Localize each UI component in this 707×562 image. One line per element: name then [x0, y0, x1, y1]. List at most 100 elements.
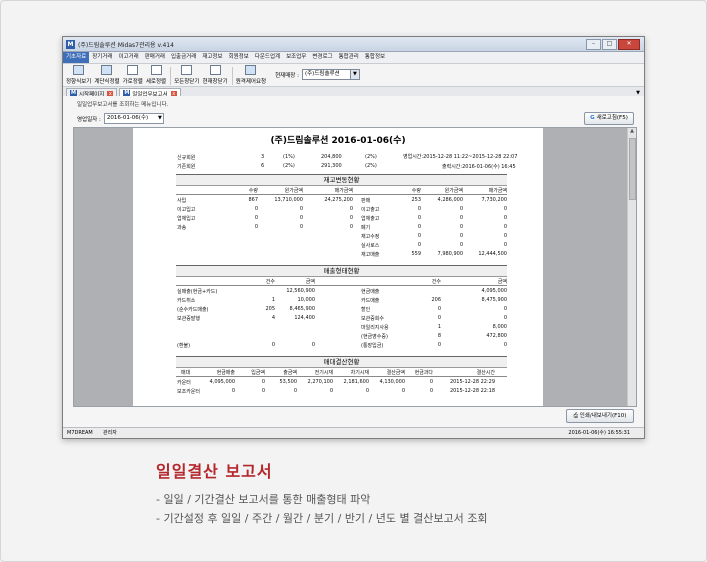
vertical-tile-icon — [150, 65, 162, 75]
close-all-button[interactable]: 모든창닫기 — [174, 65, 199, 86]
cascade-view-button[interactable]: 정향식보기 — [66, 65, 91, 86]
table-cell: (현금영수증) — [361, 334, 388, 340]
table-cell: 4,130,000 — [379, 379, 405, 385]
table-cell: 0 — [299, 224, 303, 230]
table-cell: 2015-12-28 22:29 — [449, 379, 495, 385]
table-cell: 0 — [365, 388, 369, 394]
app-window: M (주)드림솔루션 Midas7관리용 v.414 – □ ✕ 기초자료 장기… — [62, 36, 645, 439]
table-cell: 0 — [437, 306, 441, 312]
maximize-button[interactable]: □ — [602, 38, 617, 50]
closing-section-title: 매대결산현황 — [176, 356, 507, 368]
table-cell: 보관증발행 — [177, 316, 201, 322]
table-cell: 205 — [265, 306, 275, 312]
table-cell: 0 — [271, 342, 275, 348]
table-cell: 0 — [311, 342, 315, 348]
menu-item-changelog[interactable]: 변경로그 — [309, 52, 335, 63]
table-rule — [176, 285, 507, 286]
menu-item-base-data[interactable]: 기초자료 — [63, 52, 90, 63]
menu-item-cash[interactable]: 입출금거래 — [168, 52, 199, 63]
table-cell: 업체입고 — [177, 216, 196, 222]
table-cell: 253 — [411, 197, 421, 203]
close-button[interactable]: ✕ — [618, 38, 640, 50]
table-cell: 카드매출 — [361, 298, 380, 304]
vertical-align-button[interactable]: 세로정렬 — [146, 65, 166, 86]
table-cell: 0 — [417, 224, 421, 230]
remote-control-button[interactable]: 원격제어요청 — [236, 65, 266, 86]
menu-item-aux[interactable]: 보조업무 — [283, 52, 309, 63]
print-time: 출력시간:2016-01-06(수) 16:45 — [442, 164, 516, 170]
table-cell: 867 — [248, 197, 258, 203]
table-cell: 0 — [231, 388, 235, 394]
table-cell: 0 — [503, 315, 507, 321]
table-cell: 206 — [431, 297, 441, 303]
table-cell: 8,465,900 — [289, 306, 315, 312]
member-label: 기존회원 — [177, 164, 196, 170]
horizontal-align-button[interactable]: 가로정렬 — [123, 65, 143, 86]
closing-header: 결산금액 — [386, 370, 405, 376]
table-rule — [176, 194, 507, 195]
close-all-icon — [181, 65, 193, 75]
table-cell: 이고출고 — [361, 207, 380, 213]
closing-header: 입금액 — [251, 370, 265, 376]
sales-header: 건수 — [265, 279, 275, 285]
table-cell: 0 — [417, 233, 421, 239]
inventory-header: 매가금액 — [334, 188, 353, 194]
print-export-button[interactable]: ⎙ 인쇄/내보내기(F10) — [566, 409, 634, 423]
window-icon — [73, 65, 85, 75]
menu-item-inventory[interactable]: 재고정보 — [199, 52, 225, 63]
table-cell: 0 — [503, 242, 507, 248]
table-cell: 카운터 — [177, 380, 191, 386]
close-window-icon — [209, 65, 221, 75]
horizontal-tile-icon — [127, 65, 139, 75]
table-cell: 53,500 — [279, 379, 298, 385]
table-cell: 0 — [299, 206, 303, 212]
table-cell: 0 — [503, 206, 507, 212]
sales-type-section-title: 매출형태현황 — [176, 265, 507, 277]
table-cell: 472,800 — [486, 333, 507, 339]
window-title: (주)드림솔루션 Midas7관리용 v.414 — [78, 41, 174, 49]
inventory-header: 수량 — [248, 188, 258, 194]
store-select[interactable]: (주)드림솔루션 ▼ — [301, 69, 360, 80]
close-current-button[interactable]: 현재창닫기 — [202, 65, 228, 86]
table-cell: 0 — [254, 215, 258, 221]
menu-item-download[interactable]: 다운드업계 — [252, 52, 283, 63]
table-cell: 8,475,900 — [481, 297, 507, 303]
menu-item-transfer[interactable]: 이고거래 — [116, 52, 142, 63]
inventory-section-title: 재고변동현황 — [176, 174, 507, 186]
menu-item-integrated-info[interactable]: 통합정보 — [362, 52, 388, 63]
closing-header: 차기시재 — [350, 370, 369, 376]
table-cell: 0 — [417, 215, 421, 221]
vertical-scrollbar[interactable]: ▲ — [627, 128, 636, 406]
table-cell: 4,095,000 — [481, 288, 507, 294]
inventory-header: 수량 — [411, 188, 421, 194]
report-title: (주)드림솔루션 2016-01-06(수) — [270, 136, 406, 146]
minimize-button[interactable]: – — [586, 38, 601, 50]
table-cell: 10,000 — [297, 297, 316, 303]
member-pct: (1%) — [283, 154, 295, 160]
closing-header: 출금액 — [283, 370, 297, 376]
report-viewer[interactable]: (주)드림솔루션 2016-01-06(수) 신규회원 3 (1%) 204,8… — [73, 127, 637, 407]
stair-align-button[interactable]: 계단식정렬 — [94, 65, 120, 86]
scrollbar-thumb[interactable] — [629, 138, 636, 200]
table-cell: 0 — [254, 224, 258, 230]
menu-item-sales[interactable]: 판매거래 — [142, 52, 168, 63]
table-cell: 카드취소 — [177, 298, 196, 304]
business-date-picker[interactable]: 2016-01-06(수) ▼ — [103, 113, 164, 124]
menu-item-long-term[interactable]: 장기거래 — [89, 52, 115, 63]
business-time: 영업시간:2015-12-28 11:22~2015-12-28 22:07 — [403, 154, 518, 160]
title-bar: M (주)드림솔루션 Midas7관리용 v.414 – □ ✕ — [63, 37, 644, 52]
menu-item-integrated-mgmt[interactable]: 통합관리 — [336, 52, 362, 63]
menu-item-members[interactable]: 회원정보 — [226, 52, 252, 63]
refresh-button[interactable]: G 새로고침(F5) — [584, 112, 634, 125]
scroll-up-icon[interactable]: ▲ — [628, 128, 636, 136]
table-cell: 판매 — [361, 198, 371, 204]
table-cell: 0 — [459, 215, 463, 221]
feature-title: 일일결산 보고서 — [156, 462, 273, 481]
table-cell: 1 — [271, 297, 275, 303]
table-cell: 124,400 — [294, 315, 315, 321]
table-cell: 이고입고 — [177, 207, 196, 213]
member-pct: (2%) — [365, 163, 377, 169]
table-cell: 0 — [401, 388, 405, 394]
table-cell: 0 — [459, 206, 463, 212]
store-label: 현재매장 : — [275, 72, 299, 79]
